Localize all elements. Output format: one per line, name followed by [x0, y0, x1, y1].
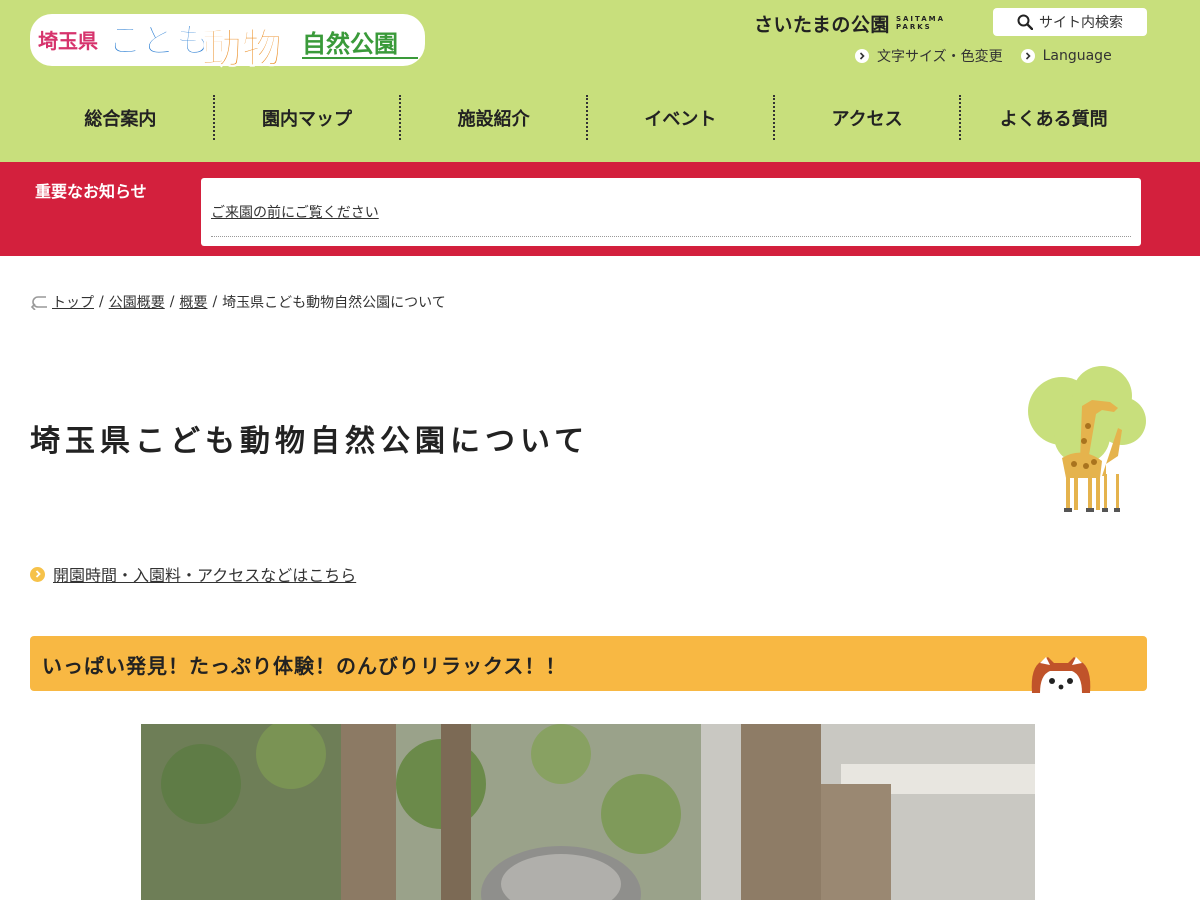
text-size-link[interactable]: 文字サイズ・色変更 [855, 46, 1003, 66]
breadcrumb-overview[interactable]: 概要 [179, 292, 207, 312]
saitama-parks-sub: SAITAMA PARKS [895, 15, 946, 31]
nav-item-events[interactable]: イベント [588, 95, 775, 140]
language-label: Language [1042, 48, 1112, 64]
site-logo[interactable]: 埼玉県 こども 動物 自然公園 [30, 6, 425, 76]
svg-text:埼玉県: 埼玉県 [38, 29, 98, 53]
chevron-right-icon [30, 566, 45, 582]
nav-item-park-map[interactable]: 園内マップ [215, 95, 402, 140]
search-icon [1017, 14, 1033, 30]
breadcrumb-separator: / [212, 294, 218, 310]
breadcrumb: トップ / 公園概要 / 概要 / 埼玉県こども動物自然公園について [30, 292, 446, 312]
giraffe-illustration [1028, 366, 1146, 512]
nav-item-faq[interactable]: よくある質問 [961, 95, 1146, 140]
nav-item-facilities[interactable]: 施設紹介 [401, 95, 589, 140]
notice-title: 重要なお知らせ [35, 182, 147, 201]
svg-text:こども: こども [108, 21, 210, 61]
breadcrumb-top[interactable]: トップ [52, 292, 94, 312]
return-arrow-icon [30, 296, 47, 310]
chevron-right-icon [1020, 49, 1035, 63]
notice-link[interactable]: ご来園の前にご覧ください [211, 202, 379, 222]
important-notice: 重要なお知らせ ご来園の前にご覧ください [0, 162, 1200, 256]
svg-text:自然公園: 自然公園 [302, 30, 398, 58]
global-nav: 総合案内 園内マップ 施設紹介 イベント アクセス よくある質問 [28, 95, 1146, 140]
breadcrumb-separator: / [169, 294, 175, 310]
divider [211, 236, 1131, 237]
chevron-right-icon [855, 49, 869, 63]
nav-item-access[interactable]: アクセス [775, 95, 962, 140]
hours-access-link[interactable]: 開園時間・入園料・アクセスなどはこちら [30, 562, 356, 586]
section-banner: いっぱい発見！たっぷり体験！のんびりリラックス！！ [30, 636, 1147, 691]
saitama-parks-logo[interactable]: さいたまの公園 SAITAMA PARKS [754, 10, 945, 36]
nav-item-general-info[interactable]: 総合案内 [28, 95, 215, 140]
logo-graphic: 埼玉県 こども 動物 自然公園 [30, 14, 425, 73]
search-label: サイト内検索 [1039, 15, 1123, 31]
red-panda-illustration [1031, 657, 1091, 693]
hours-access-label: 開園時間・入園料・アクセスなどはこちら [53, 566, 357, 585]
notice-box: ご来園の前にご覧ください [201, 178, 1141, 246]
svg-text:動物: 動物 [202, 26, 282, 72]
banner-heading: いっぱい発見！たっぷり体験！のんびりリラックス！！ [42, 654, 567, 678]
breadcrumb-overview-section[interactable]: 公園概要 [109, 292, 165, 312]
koala-photo [141, 724, 1035, 900]
saitama-parks-title: さいたまの公園 [754, 13, 890, 36]
utility-links: 文字サイズ・色変更 Language [855, 46, 1130, 66]
page-title: 埼玉県こども動物自然公園について [30, 424, 590, 459]
text-size-label: 文字サイズ・色変更 [877, 49, 1003, 65]
breadcrumb-separator: / [99, 294, 104, 310]
site-header: 埼玉県 こども 動物 自然公園 さいたまの公園 SAITAMA PARKS サイ… [0, 0, 1200, 162]
breadcrumb-current: 埼玉県こども動物自然公園について [222, 295, 446, 311]
language-link[interactable]: Language [1020, 48, 1112, 64]
site-search-button[interactable]: サイト内検索 [993, 8, 1147, 36]
